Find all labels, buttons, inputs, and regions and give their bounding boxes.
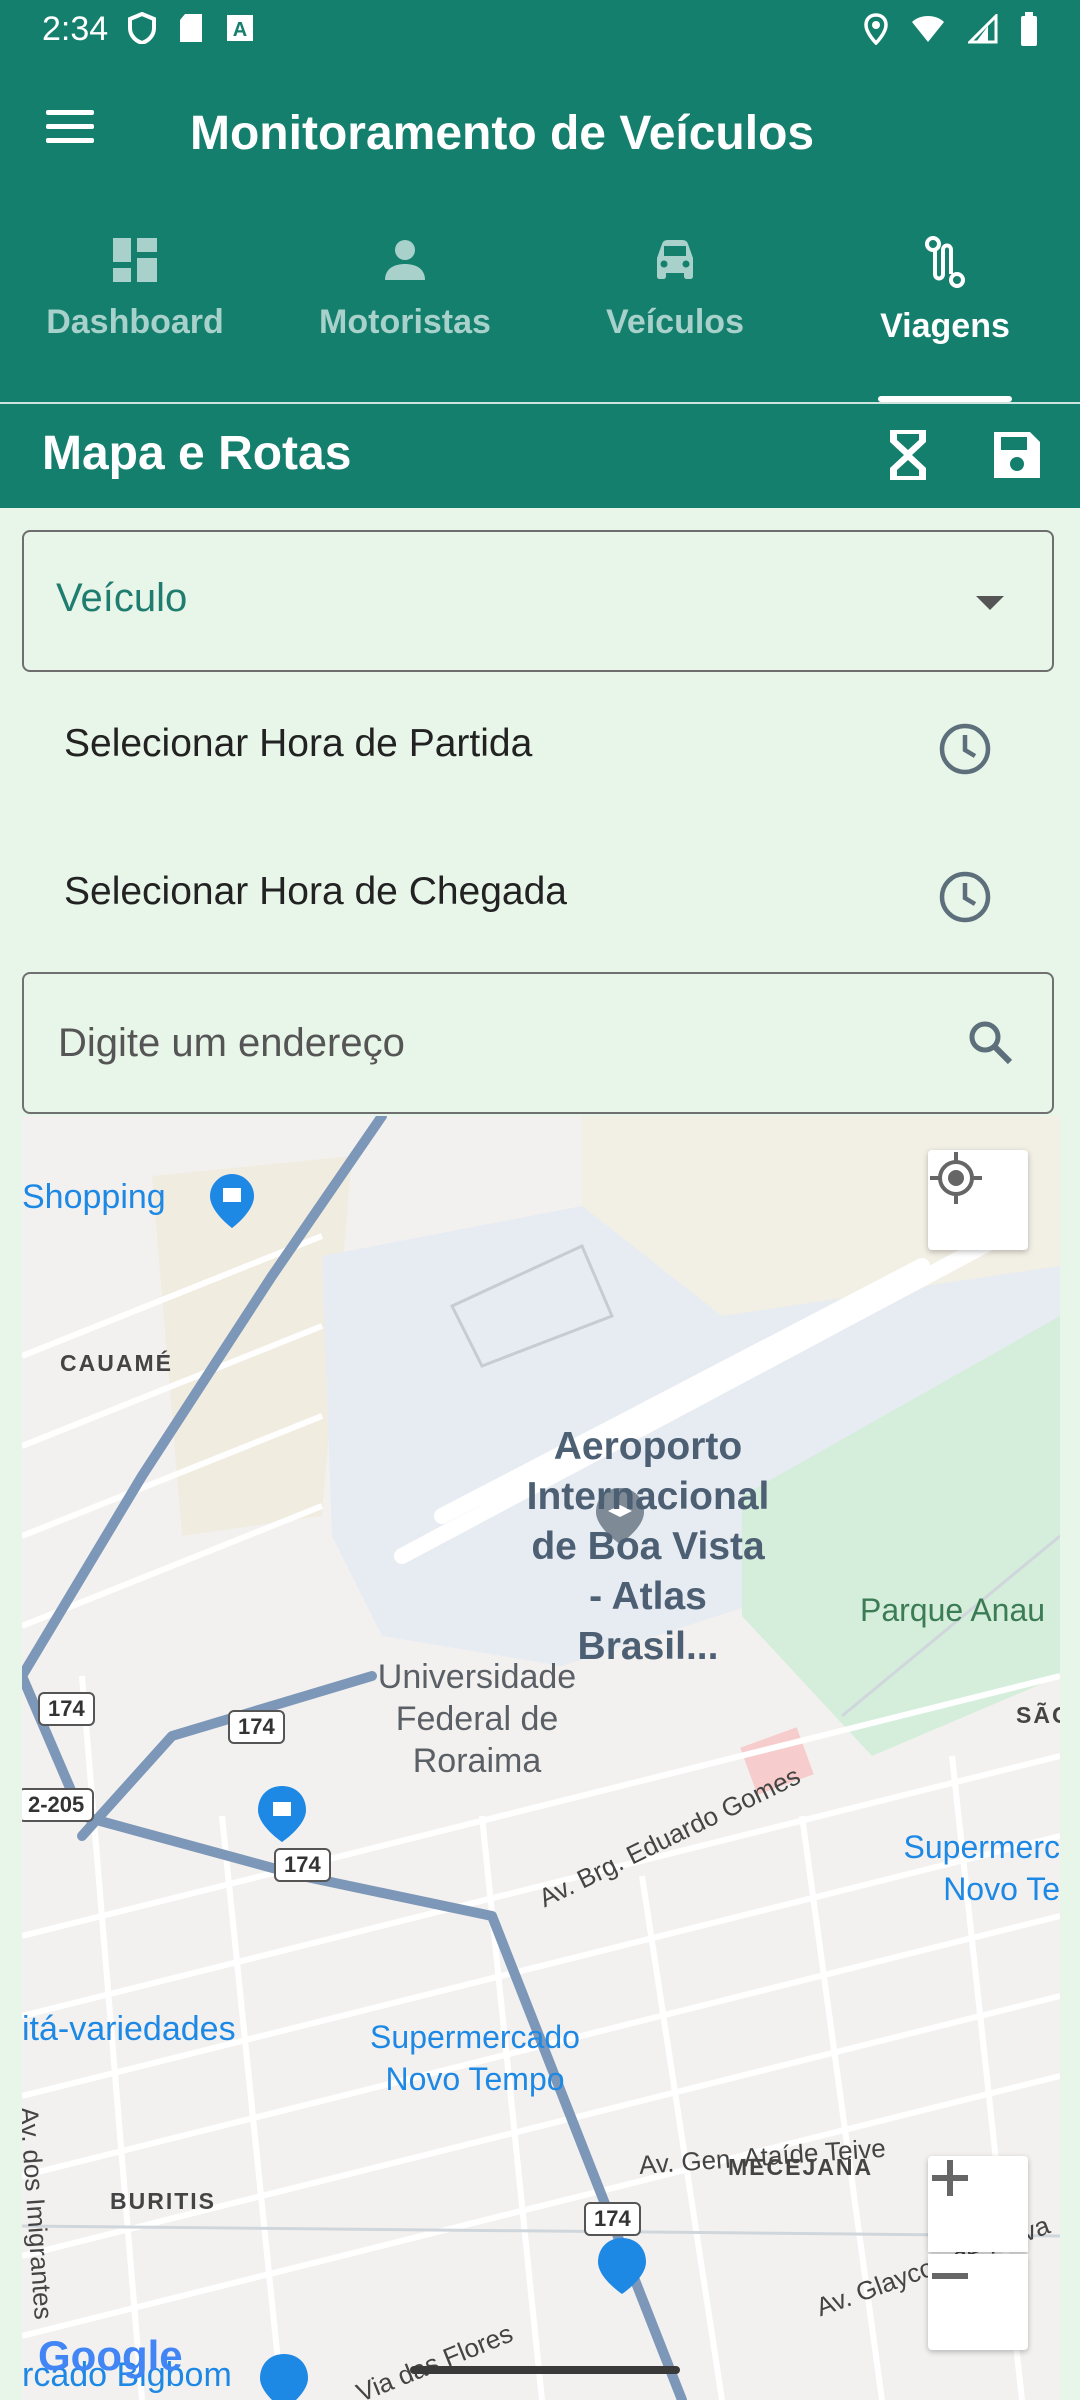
zoom-in-icon (932, 2160, 968, 2196)
save-icon[interactable] (992, 430, 1042, 480)
map-label-variedades: itá-variedades (22, 2010, 236, 2048)
map-label-cauame: CAUAMÉ (60, 1350, 173, 1376)
route-shield-174: 174 (228, 1710, 285, 1744)
address-search-field[interactable] (22, 972, 1054, 1114)
tab-viagens[interactable]: Viagens (810, 236, 1080, 396)
wifi-icon (912, 16, 944, 42)
address-input[interactable] (56, 1014, 940, 1072)
section-bar: Mapa e Rotas (0, 404, 1080, 508)
clock-icon[interactable] (938, 870, 992, 924)
tab-viagens-label: Viagens (880, 307, 1010, 345)
dashboard-icon (113, 238, 157, 282)
departure-time-row[interactable]: Selecionar Hora de Partida (0, 694, 1080, 804)
shield-icon (128, 12, 156, 44)
map-label-sao: SÃO (1016, 1702, 1060, 1728)
app-title: Monitoramento de Veículos (190, 107, 815, 160)
person-icon (385, 240, 425, 280)
search-icon[interactable] (966, 1018, 1014, 1066)
sd-card-icon (180, 14, 202, 42)
hourglass-icon[interactable] (888, 428, 928, 482)
zoom-out-button[interactable] (928, 2254, 1028, 2350)
route-icon (925, 236, 965, 288)
super-right-line-1: Supermerc (903, 1829, 1061, 1865)
super-right-line-2: Novo Te (943, 1871, 1060, 1907)
font-a-icon: A (227, 15, 253, 41)
active-tab-indicator (878, 396, 1012, 402)
route-shield-174: 174 (38, 1692, 95, 1726)
map-label-buritis: BURITIS (110, 2188, 216, 2214)
airport-line-1: Aeroporto (553, 1425, 743, 1468)
arrival-time-row[interactable]: Selecionar Hora de Chegada (0, 842, 1080, 952)
university-line-2: Federal de (395, 1700, 559, 1738)
map-label-airport: Aeroporto Internacional de Boa Vista - A… (518, 1422, 778, 1672)
battery-icon (1021, 12, 1037, 46)
vehicle-select[interactable]: Veículo (22, 530, 1054, 672)
my-location-button[interactable] (928, 1150, 1028, 1250)
route-shield-174: 174 (584, 2202, 641, 2236)
clock-icon[interactable] (938, 722, 992, 776)
menu-icon (40, 110, 100, 143)
zoom-out-icon (932, 2273, 968, 2279)
tab-veiculos-label: Veículos (606, 303, 744, 341)
section-title: Mapa e Rotas (42, 427, 352, 480)
map-label-park: Parque Anau (860, 1592, 1046, 1628)
status-time: 2:34 (42, 10, 109, 48)
university-line-1: Universidade (377, 1658, 577, 1696)
app-bar: Monitoramento de Veículos (0, 62, 1080, 212)
map-label-shopping: Shopping (22, 1178, 166, 1216)
chevron-down-icon (976, 596, 1004, 610)
route-shield-174: 174 (274, 1848, 331, 1882)
google-logo: Google (38, 2332, 183, 2379)
map-view[interactable]: Shopping CAUAMÉ Aeroporto Internacional … (22, 1116, 1060, 2400)
tab-dashboard-label: Dashboard (46, 303, 224, 341)
map-label-university: Universidade Federal de Roraima (352, 1656, 602, 1782)
menu-button[interactable] (40, 110, 100, 158)
route-shield-br205: 2-205 (22, 1788, 95, 1822)
car-icon (657, 240, 693, 279)
home-indicator[interactable] (410, 2366, 680, 2374)
arrival-time-label: Selecionar Hora de Chegada (64, 870, 568, 913)
departure-time-label: Selecionar Hora de Partida (64, 722, 533, 765)
super-line-2: Novo Tempo (385, 2061, 565, 2097)
tab-bar: Dashboard Motoristas Veículos Viagens (0, 212, 1080, 404)
map-label-supermercado: Supermercado Novo Tempo (350, 2016, 600, 2100)
tab-motoristas[interactable]: Motoristas (270, 236, 540, 396)
super-line-1: Supermercado (370, 2019, 580, 2055)
airport-line-3: de Boa Vista (531, 1525, 765, 1568)
my-location-icon (930, 1152, 982, 1204)
location-icon (864, 13, 888, 45)
tab-veiculos[interactable]: Veículos (540, 236, 810, 396)
map-label-supermercado-right: Supermerc Novo Te (902, 1826, 1061, 1910)
airport-line-2: Internacional (526, 1475, 770, 1518)
tab-motoristas-label: Motoristas (319, 303, 491, 341)
zoom-in-button[interactable] (928, 2156, 1028, 2252)
university-line-3: Roraima (412, 1742, 542, 1780)
vehicle-select-label: Veículo (56, 576, 188, 620)
tab-dashboard[interactable]: Dashboard (0, 236, 270, 396)
status-bar: 2:34 A (0, 0, 1080, 62)
signal-icon (968, 14, 998, 44)
svg-text:A: A (233, 19, 247, 41)
